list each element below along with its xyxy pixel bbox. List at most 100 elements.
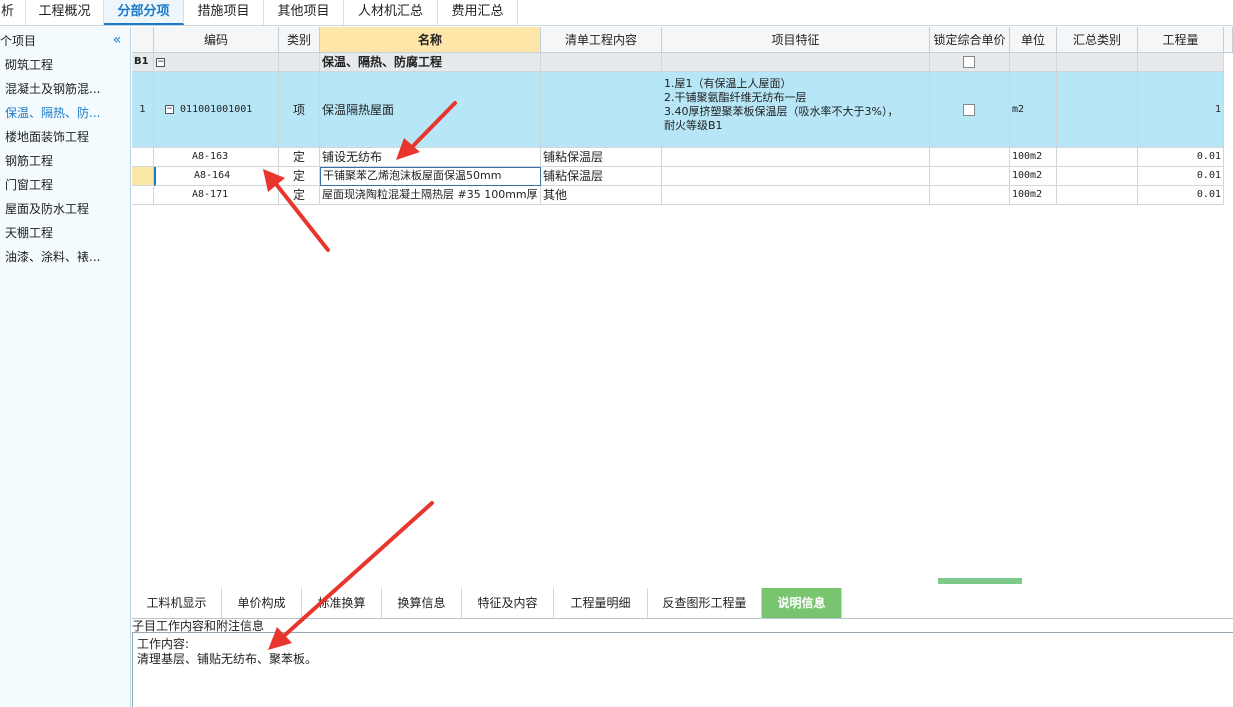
header-name[interactable]: 名称 [320, 27, 541, 53]
header-feature[interactable]: 项目特征 [662, 27, 930, 53]
panel-splitter[interactable] [938, 578, 1022, 584]
sub-type[interactable]: 定 [279, 167, 320, 186]
sub-qty[interactable]: 0.01 [1138, 186, 1224, 205]
sidebar-item-ceiling[interactable]: 天棚工程 [5, 222, 127, 244]
sidebar-item-floor-decoration[interactable]: 楼地面装饰工程 [5, 126, 127, 148]
tab-cost-summary[interactable]: 费用汇总 [438, 0, 518, 25]
sub-unit[interactable]: 100m2 [1010, 186, 1057, 205]
sub-feature[interactable] [662, 148, 930, 167]
collapse-icon[interactable]: « [109, 32, 125, 48]
sub-code[interactable]: A8-163 [154, 148, 279, 167]
sidebar-item-masonry[interactable]: 砌筑工程 [5, 54, 127, 76]
sub-code[interactable]: A8-164 [154, 167, 279, 186]
sub-summary[interactable] [1057, 148, 1138, 167]
tab-other-items[interactable]: 其他项目 [264, 0, 344, 25]
sub-content[interactable]: 铺粘保温层 [541, 148, 662, 167]
sub-code[interactable]: A8-171 [154, 186, 279, 205]
sub-summary[interactable] [1057, 167, 1138, 186]
group-unit-cell[interactable] [1010, 53, 1057, 72]
header-lock-price[interactable]: 锁定综合单价 [930, 27, 1010, 53]
sidebar-item-roof-waterproof[interactable]: 屋面及防水工程 [5, 198, 127, 220]
tab-sub-items[interactable]: 分部分项 [104, 0, 184, 25]
sub-feature[interactable] [662, 167, 930, 186]
sidebar-item-paint-coating[interactable]: 油漆、涂料、裱... [5, 246, 127, 268]
feature-line: 2.干铺聚氨酯纤维无纺布一层 [664, 91, 807, 104]
sub-feature[interactable] [662, 186, 930, 205]
header-content[interactable]: 清单工程内容 [541, 27, 662, 53]
row-index [132, 148, 154, 167]
group-content-cell[interactable] [541, 53, 662, 72]
tab-analysis[interactable]: 析 [0, 0, 26, 25]
sub-summary[interactable] [1057, 186, 1138, 205]
tab-project-overview[interactable]: 工程概况 [26, 0, 104, 25]
header-quantity[interactable]: 工程量 [1138, 27, 1224, 53]
sub-lock[interactable] [930, 186, 1010, 205]
sub-lock[interactable] [930, 148, 1010, 167]
tab-feature-content[interactable]: 特征及内容 [462, 588, 554, 618]
sidebar-title: 个项目 [0, 34, 37, 48]
header-type[interactable]: 类别 [279, 27, 320, 53]
item-code-cell[interactable]: − 011001001001 [154, 72, 279, 148]
tab-description-info[interactable]: 说明信息 [762, 588, 842, 618]
item-type[interactable]: 项 [279, 72, 320, 148]
tab-labor-material-summary[interactable]: 人材机汇总 [344, 0, 438, 25]
arrow-annotation-3 [268, 501, 434, 650]
sub-qty[interactable]: 0.01 [1138, 167, 1224, 186]
sub-type[interactable]: 定 [279, 186, 320, 205]
header-filler [1224, 27, 1233, 53]
sidebar: 个项目 « 砌筑工程 混凝土及钢筋混... 保温、隔热、防... 楼地面装饰工程… [0, 27, 131, 707]
group-code-cell[interactable]: − [154, 53, 279, 72]
sub-lock[interactable] [930, 167, 1010, 186]
tab-labor-material-display[interactable]: 工料机显示 [132, 588, 222, 618]
group-name[interactable]: 保温、隔热、防腐工程 [320, 53, 541, 72]
header-unit[interactable]: 单位 [1010, 27, 1057, 53]
sub-unit[interactable]: 100m2 [1010, 167, 1057, 186]
row-index: 1 [132, 72, 154, 148]
sub-unit[interactable]: 100m2 [1010, 148, 1057, 167]
collapse-toggle-icon[interactable]: − [165, 104, 174, 114]
sidebar-item-doors-windows[interactable]: 门窗工程 [5, 174, 127, 196]
group-qty-cell[interactable] [1138, 53, 1224, 72]
sub-content[interactable]: 其他 [541, 186, 662, 205]
sidebar-item-insulation[interactable]: 保温、隔热、防... [5, 102, 127, 124]
item-lock-cell[interactable] [930, 72, 1010, 148]
tab-conversion-info[interactable]: 换算信息 [382, 588, 462, 618]
header-code[interactable]: 编码 [154, 27, 279, 53]
tab-unit-price-breakdown[interactable]: 单价构成 [222, 588, 302, 618]
item-qty[interactable]: 1 [1138, 72, 1224, 148]
tab-reverse-lookup-quantity[interactable]: 反查图形工程量 [648, 588, 762, 618]
work-content-text[interactable]: 工作内容: 清理基层、铺贴无纺布、聚苯板。 [132, 632, 1233, 707]
sub-type[interactable]: 定 [279, 148, 320, 167]
sub-qty[interactable]: 0.01 [1138, 148, 1224, 167]
sub-name-editor[interactable]: 干铺聚苯乙烯泡沫板屋面保温50mm [320, 167, 541, 186]
sub-name[interactable]: 铺设无纺布 [320, 148, 541, 167]
tab-measures[interactable]: 措施项目 [184, 0, 264, 25]
item-feature[interactable]: 1.屋1（有保温上人屋面） 2.干铺聚氨酯纤维无纺布一层 3.40厚挤塑聚苯板保… [662, 72, 930, 148]
sub-name[interactable]: 屋面现浇陶粒混凝土隔热层 #35 100mm厚 [320, 186, 541, 205]
group-feature-cell[interactable] [662, 53, 930, 72]
sidebar-item-concrete[interactable]: 混凝土及钢筋混... [5, 78, 127, 100]
sidebar-item-rebar[interactable]: 钢筋工程 [5, 150, 127, 172]
collapse-toggle-icon[interactable]: − [156, 57, 165, 67]
feature-line: 3.40厚挤塑聚苯板保温层（吸水率不大于3%）， [664, 105, 899, 118]
item-unit[interactable]: m2 [1010, 72, 1057, 148]
work-content-body: 清理基层、铺贴无纺布、聚苯板。 [137, 652, 318, 666]
tab-quantity-detail[interactable]: 工程量明细 [554, 588, 648, 618]
feature-line: 1.屋1（有保温上人屋面） [664, 77, 792, 90]
row-index-current [132, 167, 154, 186]
item-code: 011001001001 [180, 104, 253, 115]
item-content[interactable] [541, 72, 662, 148]
group-type-cell[interactable] [279, 53, 320, 72]
header-index [132, 27, 154, 53]
group-lock-cell[interactable] [930, 53, 1010, 72]
lock-price-checkbox[interactable] [963, 56, 975, 68]
item-summary[interactable] [1057, 72, 1138, 148]
lock-price-checkbox[interactable] [963, 104, 975, 116]
tab-standard-conversion[interactable]: 标准换算 [302, 588, 382, 618]
header-summary-category[interactable]: 汇总类别 [1057, 27, 1138, 53]
group-summary-cell[interactable] [1057, 53, 1138, 72]
feature-line: 耐火等级B1 [664, 119, 723, 132]
sub-content[interactable]: 铺粘保温层 [541, 167, 662, 186]
work-content-heading: 工作内容: [137, 637, 190, 651]
item-name[interactable]: 保温隔热屋面 [320, 72, 541, 148]
